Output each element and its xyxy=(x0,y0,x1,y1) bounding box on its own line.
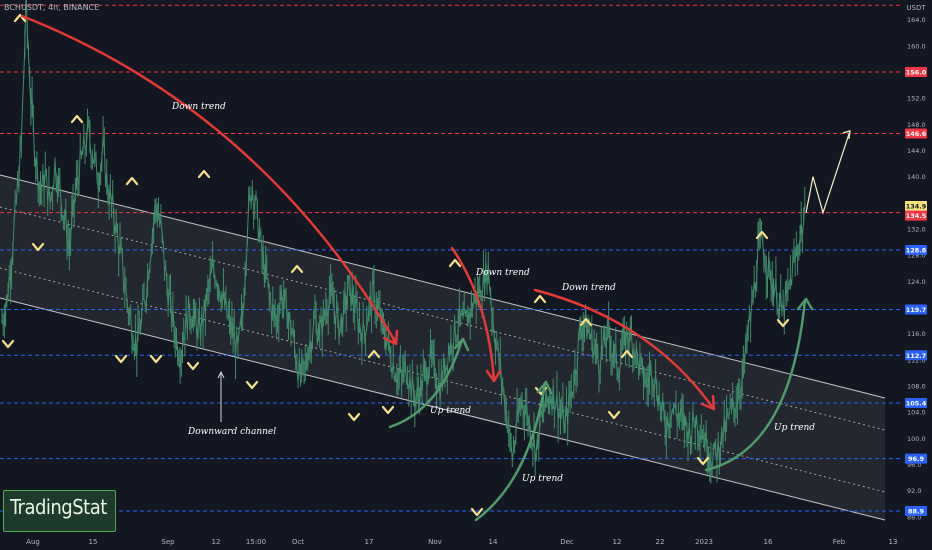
level-badge-label: 112.7 xyxy=(906,352,927,360)
annotation-label: Up trend xyxy=(774,423,815,433)
currency-label: USDT xyxy=(906,4,926,12)
level-badge-label: 134.9 xyxy=(906,203,927,211)
level-badge-label: 128.8 xyxy=(906,246,927,254)
x-tick-label: 15:00 xyxy=(246,538,266,546)
y-tick-label: 116.0 xyxy=(907,330,926,338)
symbol-label: BCHUSDT, 4h, BINANCE xyxy=(4,3,100,12)
x-tick-label: 22 xyxy=(656,538,665,546)
y-tick-label: 108.0 xyxy=(907,383,926,391)
y-tick-label: 124.0 xyxy=(907,278,926,286)
x-tick-label: 12 xyxy=(212,538,221,546)
annotation-label: Down trend xyxy=(475,268,530,278)
y-tick-label: 148.0 xyxy=(907,121,926,129)
x-tick-label: 14 xyxy=(489,538,498,546)
brand-name: TradingStat xyxy=(10,495,107,519)
x-tick-label: 12 xyxy=(613,538,622,546)
y-tick-label: 164.0 xyxy=(907,16,926,24)
level-badge-label: 96.9 xyxy=(908,455,925,463)
level-badge-label: 156.0 xyxy=(906,68,927,76)
y-tick-label: 160.0 xyxy=(907,42,926,50)
y-tick-label: 152.0 xyxy=(907,95,926,103)
x-tick-label: Nov xyxy=(428,538,442,546)
price-chart[interactable]: Down trend Down trend Down trend Up trend Up… xyxy=(0,0,932,550)
y-tick-label: 92.0 xyxy=(907,487,921,495)
x-tick-label: Sep xyxy=(161,538,175,546)
level-badge-label: 105.4 xyxy=(906,400,927,408)
x-tick-label: 17 xyxy=(365,538,374,546)
y-tick-label: 100.0 xyxy=(907,435,926,443)
x-tick-label: 15 xyxy=(89,538,98,546)
x-tick-label: 16 xyxy=(764,538,773,546)
x-tick-label: 2023 xyxy=(695,538,713,546)
y-tick-label: 104.0 xyxy=(907,409,926,417)
level-badge-label: 134.5 xyxy=(906,212,927,220)
x-axis: Aug 15 Sep 12 15:00 Oct 17 Nov 14 Dec 12 22 2023 16 Fe… xyxy=(0,534,903,550)
level-badge-label: 88.9 xyxy=(908,508,925,516)
annotation-label: Downward channel xyxy=(187,427,276,437)
x-tick-label: 13 xyxy=(889,538,898,546)
y-tick-label: 140.0 xyxy=(907,173,926,181)
y-tick-label: 132.0 xyxy=(907,226,926,234)
annotation-label: Down trend xyxy=(561,283,616,293)
annotation-label: Up trend xyxy=(430,406,471,416)
y-tick-label: 144.0 xyxy=(907,147,926,155)
annotation-label: Down trend xyxy=(171,102,226,112)
y-axis: USDT88.092.096.0100.0104.0108.0112.0116.… xyxy=(903,0,932,550)
level-badge-label: 119.7 xyxy=(906,306,927,314)
x-tick-label: Aug xyxy=(26,538,40,546)
x-tick-label: Feb xyxy=(833,538,846,546)
annotation-label: Up trend xyxy=(522,474,563,484)
x-tick-label: Oct xyxy=(292,538,304,546)
brand-logo: TradingStat xyxy=(3,490,116,532)
level-badge-label: 146.6 xyxy=(906,130,927,138)
x-tick-label: Dec xyxy=(560,538,574,546)
